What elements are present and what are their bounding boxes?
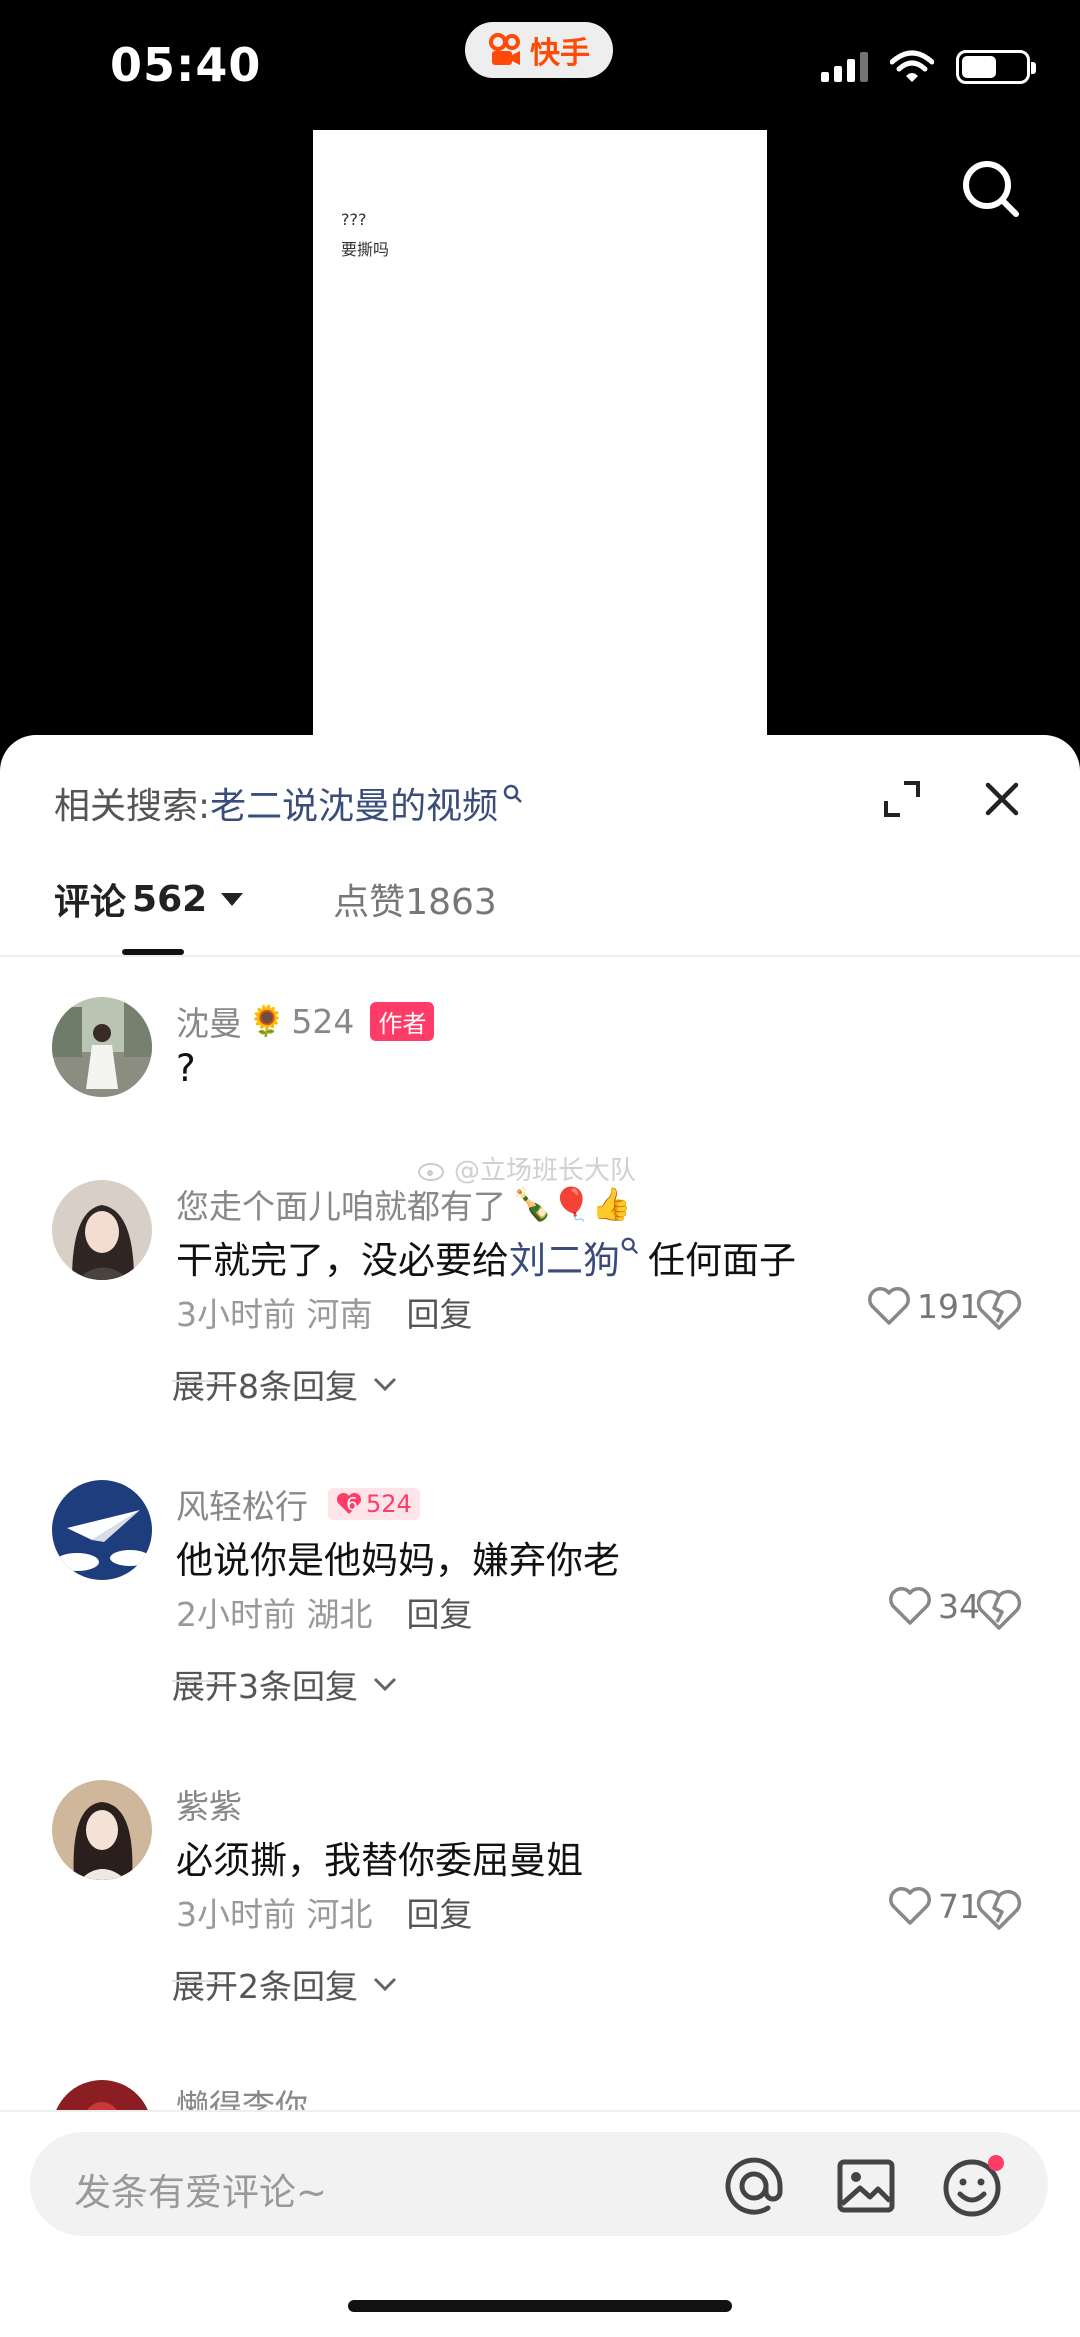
expand-replies-label: 展开8条回复 bbox=[172, 1367, 358, 1406]
emoji-picker-icon[interactable] bbox=[942, 2154, 1006, 2218]
sort-dropdown-icon[interactable] bbox=[221, 892, 244, 906]
tab-comments-count: 562 bbox=[132, 878, 208, 920]
like-button[interactable]: 71 bbox=[888, 1886, 980, 1926]
expand-replies-button[interactable]: 展开8条回复 bbox=[172, 1360, 398, 1408]
fan-badge-count: 524 bbox=[366, 1490, 412, 1518]
close-icon[interactable] bbox=[982, 779, 1022, 819]
comment-text: ? bbox=[176, 1047, 196, 1090]
comment-text: 干就完了，没必要给刘二狗 任何面子 bbox=[176, 1230, 796, 1284]
tab-likes-count: 1863 bbox=[405, 882, 497, 923]
comment-time: 3小时前 bbox=[176, 1295, 296, 1334]
avatar[interactable] bbox=[52, 1480, 152, 1580]
comment-author-suffix: 524 bbox=[291, 1001, 355, 1041]
sheet-tabs: 评论 562 点赞1863 bbox=[54, 873, 497, 925]
comment-search-link[interactable]: 刘二狗 bbox=[509, 1239, 620, 1282]
tabs-divider bbox=[0, 955, 1080, 957]
comment-author[interactable]: 沈曼 🌻 524 作者 bbox=[176, 997, 435, 1045]
app-name: 快手 bbox=[530, 36, 590, 71]
comment-text: 他说你是他妈妈，嫌弃你老 bbox=[176, 1539, 620, 1582]
like-count: 191 bbox=[917, 1286, 980, 1326]
search-icon[interactable] bbox=[960, 158, 1022, 220]
like-count: 34 bbox=[938, 1586, 980, 1626]
reply-button[interactable]: 回复 bbox=[407, 1888, 473, 1936]
battery-icon bbox=[956, 50, 1036, 84]
chevron-down-icon bbox=[373, 1377, 397, 1392]
author-badge: 作者 bbox=[370, 1001, 435, 1041]
video-text-line-1: ??? bbox=[341, 210, 367, 229]
heart-icon bbox=[868, 1287, 910, 1325]
chevron-down-icon bbox=[373, 1677, 397, 1692]
reply-button[interactable]: 回复 bbox=[407, 1588, 473, 1636]
comment-sheet: 相关搜索: 老二说沈曼的视频 评论 562 点赞1863 @立场班长大队 沈曼 … bbox=[0, 735, 1080, 2337]
fullscreen-expand-icon[interactable] bbox=[882, 779, 922, 819]
cellular-signal-icon bbox=[821, 52, 868, 82]
expand-replies-label: 展开3条回复 bbox=[172, 1667, 358, 1706]
status-time: 05:40 bbox=[110, 38, 262, 92]
avatar[interactable] bbox=[52, 1180, 152, 1280]
app-indicator-pill[interactable]: 快手 bbox=[465, 22, 613, 78]
fan-badge: 6 524 bbox=[328, 1488, 420, 1520]
image-picker-icon[interactable] bbox=[836, 2156, 896, 2216]
related-search[interactable]: 相关搜索: 老二说沈曼的视频 bbox=[54, 777, 524, 829]
comment-author-name: 沈曼 bbox=[176, 1004, 242, 1043]
comment-author-name: 紫紫 bbox=[176, 1787, 242, 1826]
weibo-logo-icon bbox=[418, 1162, 444, 1181]
comment-author[interactable]: 您走个面儿咱就都有了 🍾🎈👍 bbox=[176, 1180, 632, 1228]
chevron-down-icon bbox=[373, 1977, 397, 1992]
comment-location: 湖北 bbox=[306, 1595, 373, 1634]
wifi-icon bbox=[890, 50, 934, 82]
video-text-line-2: 要撕吗 bbox=[341, 240, 390, 259]
expand-replies-label: 展开2条回复 bbox=[172, 1967, 358, 2006]
tab-likes[interactable]: 点赞1863 bbox=[333, 873, 497, 925]
broken-heart-icon[interactable] bbox=[975, 1588, 1023, 1632]
related-search-query[interactable]: 老二说沈曼的视频 bbox=[210, 777, 498, 829]
status-icons bbox=[821, 50, 1036, 84]
home-indicator[interactable] bbox=[348, 2300, 732, 2312]
fan-badge-level: 6 bbox=[346, 1493, 358, 1515]
like-button[interactable]: 34 bbox=[888, 1586, 980, 1626]
expand-replies-button[interactable]: 展开2条回复 bbox=[172, 1960, 398, 2008]
comment-time: 3小时前 bbox=[176, 1895, 296, 1934]
tab-comments-label: 评论 bbox=[54, 882, 127, 923]
comment-time: 2小时前 bbox=[176, 1595, 296, 1634]
avatar[interactable] bbox=[52, 1780, 152, 1880]
comment-author-name: 风轻松行 bbox=[176, 1487, 308, 1526]
mention-at-icon[interactable] bbox=[724, 2156, 784, 2216]
comment-location: 河南 bbox=[306, 1295, 373, 1334]
comment-meta: 3小时前 河北 回复 bbox=[176, 1888, 473, 1936]
video-frame[interactable]: ??? 要撕吗 bbox=[313, 130, 767, 750]
status-bar: 05:40 快手 bbox=[0, 0, 1080, 130]
tab-comments[interactable]: 评论 562 bbox=[54, 873, 244, 925]
comment-input[interactable]: 发条有爱评论~ bbox=[30, 2132, 1048, 2236]
avatar[interactable] bbox=[52, 997, 152, 1097]
champagne-balloon-thumbsup-emoji-icon: 🍾🎈👍 bbox=[512, 1185, 632, 1223]
comment-text-part: 任何面子 bbox=[648, 1239, 796, 1282]
comment-location: 河北 bbox=[306, 1895, 373, 1934]
reply-button[interactable]: 回复 bbox=[407, 1288, 473, 1336]
comment-author-name: 您走个面儿咱就都有了 bbox=[176, 1187, 506, 1226]
sunflower-icon: 🌻 bbox=[248, 1003, 286, 1039]
heart-icon bbox=[889, 1587, 931, 1625]
heart-icon bbox=[889, 1887, 931, 1925]
comment-text-part: 干就完了，没必要给 bbox=[176, 1239, 509, 1282]
broken-heart-icon[interactable] bbox=[975, 1888, 1023, 1932]
comment-author[interactable]: 紫紫 bbox=[176, 1780, 242, 1828]
tab-likes-label: 点赞 bbox=[333, 882, 406, 923]
broken-heart-icon[interactable] bbox=[975, 1288, 1023, 1332]
expand-replies-button[interactable]: 展开3条回复 bbox=[172, 1660, 398, 1708]
comment-meta: 2小时前 湖北 回复 bbox=[176, 1588, 473, 1636]
search-small-icon bbox=[621, 1237, 639, 1255]
search-small-icon bbox=[503, 784, 523, 803]
comment-text: 必须撕，我替你委屈曼姐 bbox=[176, 1839, 583, 1882]
comment-input-placeholder: 发条有爱评论~ bbox=[74, 2171, 328, 2214]
comment-author[interactable]: 风轻松行 6 524 bbox=[176, 1480, 420, 1528]
like-button[interactable]: 191 bbox=[867, 1286, 980, 1326]
related-search-label: 相关搜索: bbox=[54, 786, 211, 827]
comment-meta: 3小时前 河南 回复 bbox=[176, 1288, 473, 1336]
kuaishou-logo-icon bbox=[489, 33, 520, 65]
like-count: 71 bbox=[938, 1886, 980, 1926]
